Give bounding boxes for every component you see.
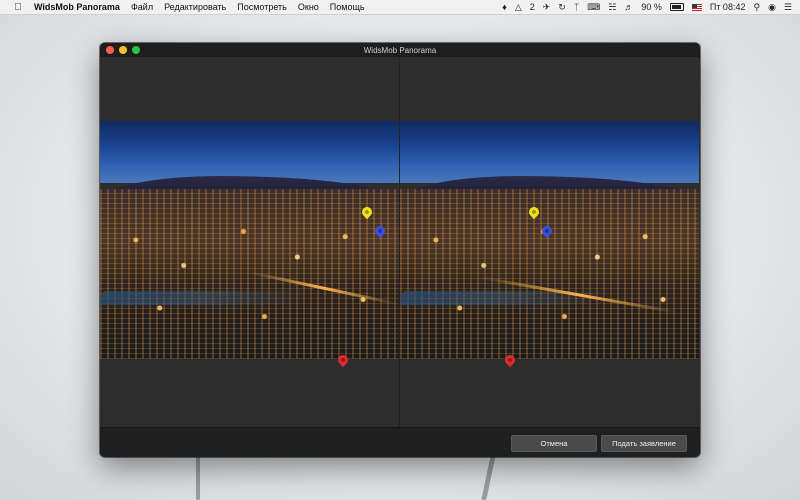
us-flag-icon[interactable]	[691, 3, 702, 11]
battery-icon[interactable]	[669, 3, 684, 11]
submit-button[interactable]: Подать заявление	[601, 435, 687, 452]
app-window: WidsMob Panorama Отмена Подать заявление	[100, 43, 700, 457]
adobe-icon[interactable]: △	[515, 0, 522, 14]
photo-sky	[100, 121, 399, 183]
menu-edit[interactable]: Редактировать	[164, 2, 226, 12]
menu-bar:  WidsMob Panorama Файл Редактировать По…	[0, 0, 800, 15]
menu-help[interactable]: Помощь	[330, 2, 365, 12]
status-area: ♦ △ 2 ✈ ↻ ᛉ ⌨ ☵ ♬ 90 % Пт 08:42 ⚲ ◉ ☰	[502, 0, 792, 14]
window-title: WidsMob Panorama	[363, 45, 437, 55]
apple-menu-icon[interactable]: 	[12, 2, 24, 13]
menu-view[interactable]: Посмотреть	[237, 2, 287, 12]
menu-file[interactable]: Файл	[131, 2, 153, 12]
zoom-window-button[interactable]	[132, 46, 140, 54]
wifi-icon[interactable]: ☵	[608, 0, 616, 14]
menu-app-name[interactable]: WidsMob Panorama	[34, 2, 120, 12]
bluetooth-icon[interactable]: ᛉ	[574, 0, 579, 14]
photo-river	[100, 291, 314, 305]
minimize-window-button[interactable]	[119, 46, 127, 54]
plane-icon[interactable]: ✈	[543, 0, 551, 14]
evernote-icon[interactable]: ♦	[502, 0, 507, 14]
close-window-button[interactable]	[106, 46, 114, 54]
dialog-footer: Отмена Подать заявление	[100, 427, 700, 457]
photo-sky	[400, 121, 699, 183]
right-photo	[400, 121, 699, 359]
window-controls	[106, 46, 140, 54]
background-cable	[196, 455, 200, 500]
badge-count[interactable]: 2	[530, 0, 535, 14]
time-machine-icon[interactable]: ↻	[558, 0, 566, 14]
siri-icon[interactable]: ◉	[768, 0, 776, 14]
keyboard-icon[interactable]: ⌨	[587, 0, 600, 14]
menu-window[interactable]: Окно	[298, 2, 319, 12]
photo-city	[400, 189, 699, 359]
left-photo	[100, 121, 399, 359]
spotlight-search-icon[interactable]: ⚲	[753, 0, 760, 14]
clock[interactable]: Пт 08:42	[710, 0, 746, 14]
right-image-pane	[400, 57, 699, 427]
left-image-pane	[100, 57, 399, 427]
cancel-button[interactable]: Отмена	[511, 435, 597, 452]
notification-center-icon[interactable]: ☰	[784, 0, 792, 14]
battery-percent[interactable]: 90 %	[641, 0, 662, 14]
title-bar: WidsMob Panorama	[100, 43, 700, 58]
volume-icon[interactable]: ♬	[624, 0, 633, 14]
background-cable	[481, 455, 496, 500]
